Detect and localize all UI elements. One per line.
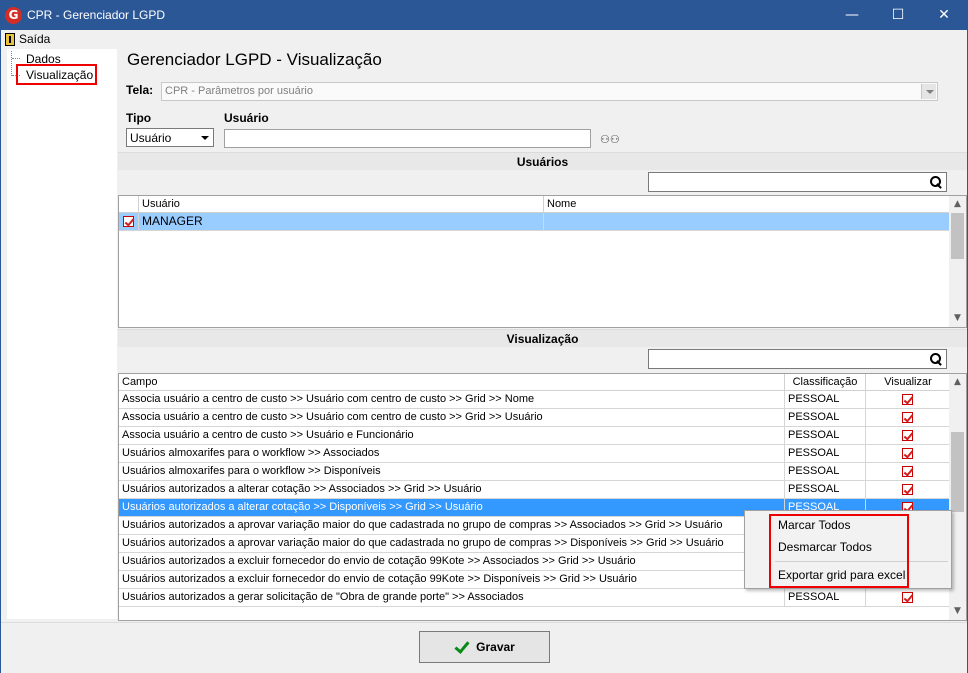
table-row[interactable]: Usuários autorizados a gerar solicitação… — [119, 589, 951, 607]
column-header-usuario[interactable]: Usuário — [139, 196, 544, 213]
cell-classificacao: PESSOAL — [785, 589, 866, 607]
tela-value: CPR - Parâmetros por usuário — [165, 85, 313, 97]
column-header-campo[interactable]: Campo — [119, 374, 785, 391]
cell-campo: Associa usuário a centro de custo >> Usu… — [119, 409, 785, 427]
tree-connector — [12, 58, 20, 59]
tree-connector — [11, 51, 12, 76]
row-checkbox[interactable] — [123, 216, 134, 227]
scrollbar-thumb[interactable] — [951, 213, 964, 259]
users-grid: Usuário Nome MANAGER ▲ ▼ — [118, 195, 967, 328]
row-checkbox-cell[interactable] — [119, 213, 139, 231]
app-logo-icon: G — [5, 7, 22, 24]
cell-campo: Usuários autorizados a aprovar variação … — [119, 535, 785, 553]
scroll-up-arrow-icon[interactable]: ▲ — [949, 374, 966, 391]
navigation-tree: Dados Visualização — [7, 49, 117, 619]
visualizacao-grid-header: Campo Classificação Visualizar — [119, 374, 951, 391]
search-icon[interactable] — [930, 353, 941, 364]
page-title: Gerenciador LGPD - Visualização — [127, 50, 382, 69]
visualizar-checkbox[interactable] — [902, 430, 913, 441]
visualizar-checkbox[interactable] — [902, 412, 913, 423]
close-button[interactable]: ✕ — [921, 1, 967, 30]
scroll-down-arrow-icon[interactable]: ▼ — [949, 603, 966, 620]
column-header-nome[interactable]: Nome — [544, 196, 951, 213]
checkmark-icon — [454, 641, 470, 653]
highlight-box-visualizacao — [16, 64, 97, 85]
cell-campo: Usuários autorizados a alterar cotação >… — [119, 499, 785, 517]
table-row[interactable]: Usuários almoxarifes para o workflow >> … — [119, 445, 951, 463]
cell-visualizar[interactable] — [866, 481, 951, 499]
cell-classificacao: PESSOAL — [785, 445, 866, 463]
binoculars-search-icon[interactable]: ⚇⚇ — [600, 133, 620, 146]
visualizar-checkbox[interactable] — [902, 448, 913, 459]
chevron-down-icon[interactable] — [197, 130, 212, 145]
tela-combobox[interactable]: CPR - Parâmetros por usuário — [161, 82, 938, 101]
cell-campo: Usuários autorizados a gerar solicitação… — [119, 589, 785, 607]
search-icon[interactable] — [930, 176, 941, 187]
menu-bar: Saída — [1, 30, 967, 48]
cell-visualizar[interactable] — [866, 427, 951, 445]
table-row[interactable]: Associa usuário a centro de custo >> Usu… — [119, 409, 951, 427]
window-title: CPR - Gerenciador LGPD — [27, 8, 166, 22]
column-header-classificacao[interactable]: Classificação — [785, 374, 866, 391]
table-row[interactable]: Usuários autorizados a alterar cotação >… — [119, 481, 951, 499]
tipo-value: Usuário — [130, 131, 172, 145]
cell-classificacao: PESSOAL — [785, 427, 866, 445]
cell-visualizar[interactable] — [866, 463, 951, 481]
column-header-visualizar[interactable]: Visualizar — [866, 374, 951, 391]
usuario-label: Usuário — [224, 111, 269, 125]
menu-exit[interactable]: Saída — [5, 31, 50, 47]
cell-campo: Associa usuário a centro de custo >> Usu… — [119, 427, 785, 445]
tipo-select[interactable]: Usuário — [126, 128, 214, 147]
scroll-up-arrow-icon[interactable]: ▲ — [949, 196, 966, 213]
visualizar-checkbox[interactable] — [902, 484, 913, 495]
visualizacao-section-header: Visualização — [118, 329, 967, 347]
cell-classificacao: PESSOAL — [785, 481, 866, 499]
cell-classificacao: PESSOAL — [785, 409, 866, 427]
scrollbar-thumb[interactable] — [951, 432, 964, 512]
cell-campo: Usuários autorizados a excluir fornecedo… — [119, 571, 785, 589]
scroll-down-arrow-icon[interactable]: ▼ — [949, 310, 966, 327]
menu-exit-label: Saída — [19, 32, 51, 46]
app-window: G CPR - Gerenciador LGPD — ☐ ✕ Saída Dad… — [0, 0, 968, 673]
exit-door-icon — [5, 32, 15, 46]
visualizar-checkbox[interactable] — [902, 466, 913, 477]
cell-visualizar[interactable] — [866, 391, 951, 409]
visualizar-checkbox[interactable] — [902, 592, 913, 603]
users-grid-header: Usuário Nome — [119, 196, 951, 213]
users-section-header: Usuários — [118, 152, 967, 170]
table-row[interactable]: Associa usuário a centro de custo >> Usu… — [119, 427, 951, 445]
title-bar[interactable]: G CPR - Gerenciador LGPD — ☐ ✕ — [1, 1, 967, 30]
table-row[interactable]: Usuários almoxarifes para o workflow >> … — [119, 463, 951, 481]
visualizacao-search-input[interactable] — [648, 349, 947, 369]
cell-campo: Usuários autorizados a excluir fornecedo… — [119, 553, 785, 571]
cell-campo: Usuários autorizados a aprovar variação … — [119, 517, 785, 535]
maximize-button[interactable]: ☐ — [875, 1, 921, 30]
highlight-box-context-menu — [769, 514, 909, 588]
cell-campo: Usuários almoxarifes para o workflow >> … — [119, 445, 785, 463]
tipo-label: Tipo — [126, 111, 152, 125]
users-grid-scrollbar[interactable]: ▲ ▼ — [949, 196, 966, 327]
cell-campo: Usuários autorizados a alterar cotação >… — [119, 481, 785, 499]
cell-campo: Associa usuário a centro de custo >> Usu… — [119, 391, 785, 409]
users-grid-header-corner — [119, 196, 139, 213]
cell-nome — [544, 213, 951, 231]
cell-visualizar[interactable] — [866, 409, 951, 427]
tela-label: Tela: — [126, 83, 154, 97]
footer-bar: Gravar — [1, 622, 967, 673]
cell-usuario: MANAGER — [139, 213, 544, 231]
cell-classificacao: PESSOAL — [785, 463, 866, 481]
cell-visualizar[interactable] — [866, 445, 951, 463]
table-row[interactable]: Associa usuário a centro de custo >> Usu… — [119, 391, 951, 409]
usuario-input[interactable] — [224, 129, 591, 148]
table-row[interactable]: MANAGER — [119, 213, 951, 231]
cell-visualizar[interactable] — [866, 589, 951, 607]
save-button[interactable]: Gravar — [419, 631, 550, 663]
minimize-button[interactable]: — — [829, 1, 875, 30]
visualizar-checkbox[interactable] — [902, 394, 913, 405]
cell-classificacao: PESSOAL — [785, 391, 866, 409]
cell-campo: Usuários almoxarifes para o workflow >> … — [119, 463, 785, 481]
users-search-input[interactable] — [648, 172, 947, 192]
chevron-down-icon[interactable] — [921, 84, 936, 99]
save-button-label: Gravar — [476, 640, 515, 654]
